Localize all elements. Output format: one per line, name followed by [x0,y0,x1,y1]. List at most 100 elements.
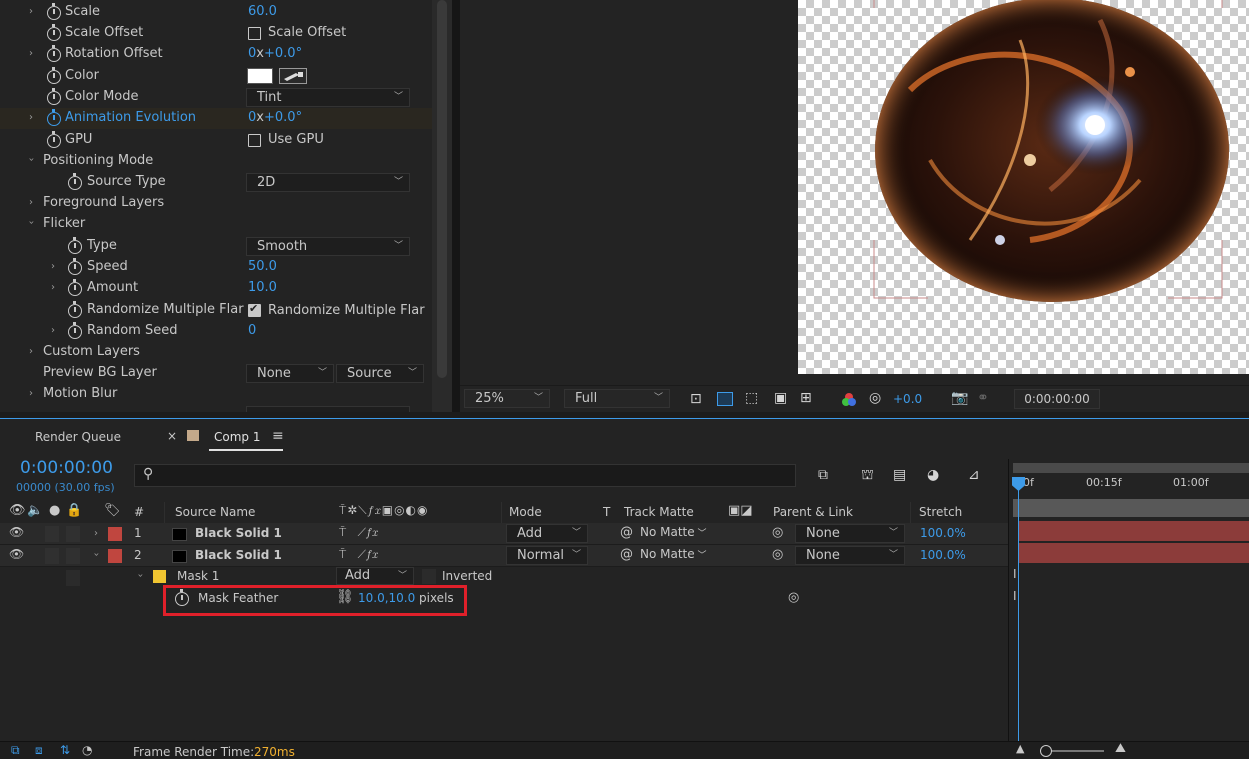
layer-mode-dropdown[interactable]: Normal ﹀ [506,546,588,565]
mask-row[interactable]: › Mask 1 Add ﹀ Inverted [0,567,1008,588]
transfer-controls-toggle-icon[interactable]: ⧈ [35,743,43,758]
lock-icon[interactable]: 🔒 [66,503,82,518]
video-visibility-icon[interactable]: 👁 [9,503,26,518]
motion-blur-icon[interactable]: ◕ [927,467,939,483]
render-time-toggle-icon[interactable]: ◔ [82,743,92,757]
mask-name[interactable]: Mask 1 [177,569,219,583]
exposure-value[interactable]: +0.0 [893,392,922,406]
track-matte-dropdown[interactable]: No Matte ﹀ [640,547,724,561]
effect-controls-scrollbar[interactable] [432,0,452,412]
audio-icon[interactable]: 🔈 [27,503,43,518]
color-mode-dropdown[interactable]: Tint ﹀ [246,88,410,107]
mask-mode-dropdown[interactable]: Add ﹀ [336,567,414,585]
reset-exposure-icon[interactable]: ◎ [869,390,881,406]
column-header-stretch[interactable]: Stretch [919,505,962,519]
flicker-type-dropdown[interactable]: Smooth ﹀ [246,237,410,256]
stopwatch-icon[interactable] [47,88,61,105]
tab-render-queue[interactable]: Render Queue [35,430,121,444]
graph-editor-icon[interactable]: ⊿ [968,467,980,483]
color-swatch[interactable] [247,68,273,84]
expression-pickwhip-icon[interactable]: ◎ [788,590,799,605]
inverted-checkbox[interactable] [422,569,436,584]
preview-bg-source-dropdown[interactable]: Source ﹀ [336,364,424,383]
stretch-value[interactable]: 100.0% [920,548,966,562]
mask-path-visibility-icon[interactable]: ⬚ [745,390,758,406]
layer-mode-dropdown[interactable]: Add ﹀ [506,524,588,543]
stopwatch-icon[interactable] [68,279,82,296]
expand-chevron-icon[interactable]: › [51,325,55,336]
collapse-mask-chevron-icon[interactable]: › [135,574,146,578]
label-tag-icon[interactable]: 🏷 [104,503,121,518]
use-gpu-checkbox[interactable] [248,134,261,147]
property-value-amount[interactable]: 10.0 [248,280,277,295]
time-ruler[interactable]: 0f 00:15f 01:00f [1009,473,1249,495]
eye-icon[interactable]: 👁 [9,525,24,539]
property-value-animation-evolution[interactable]: 0x+0.0° [248,110,302,125]
column-header-parent-link[interactable]: Parent & Link [773,505,853,519]
zoom-dropdown[interactable]: 25% ﹀ [464,389,550,408]
viewer-timecode[interactable]: 0:00:00:00 [1014,389,1100,409]
work-area-bar[interactable] [1013,463,1249,473]
property-value-random-seed[interactable]: 0 [248,323,256,338]
layer-label-color[interactable] [108,527,122,541]
stopwatch-icon[interactable] [47,131,61,148]
collapse-chevron-icon[interactable]: › [26,158,37,162]
preview-bg-layer-dropdown[interactable]: None ﹀ [246,364,334,383]
property-value-scale[interactable]: 60.0 [248,4,277,19]
fast-previews-icon[interactable]: ⊡ [690,391,702,407]
zoom-out-icon[interactable]: ▲ [1016,742,1024,755]
grid-guides-icon[interactable]: ⊞ [800,390,812,406]
mask-color-swatch[interactable] [153,570,166,583]
stopwatch-icon[interactable] [68,237,82,254]
layer-name[interactable]: Black Solid 1 [195,526,282,540]
randomize-checkbox[interactable] [248,302,261,317]
channel-rgb-icon[interactable] [841,392,857,408]
keyframe-marker[interactable]: I [1013,589,1017,603]
column-header-mode[interactable]: Mode [509,505,542,519]
layer-duration-bar[interactable] [1018,543,1249,563]
current-time-display[interactable]: 0:00:00:00 [20,458,113,478]
expand-chevron-icon[interactable]: › [29,388,33,399]
eyedropper-icon[interactable] [279,68,307,84]
close-tab-icon[interactable]: × [167,429,177,443]
parent-dropdown[interactable]: None ﹀ [795,524,905,543]
expand-chevron-icon[interactable]: › [29,6,33,17]
stopwatch-icon[interactable] [68,173,82,190]
track-matte-pickwhip-icon[interactable]: @ [620,547,633,562]
stopwatch-icon[interactable] [47,67,61,84]
property-value-speed[interactable]: 50.0 [248,259,277,274]
mask-feather-row[interactable]: Mask Feather ⛓ 10.0,10.0 pixels ◎ [0,588,1008,609]
collapse-chevron-icon[interactable]: › [26,221,37,225]
layer-row[interactable]: 👁 › 2 Black Solid 1 ⍑ ⟋𝑓𝑥 Normal ﹀ @ No M… [0,545,1008,567]
layer-switches-toggle-icon[interactable]: ⧉ [11,743,20,758]
snapshot-camera-icon[interactable]: 📷 [951,390,968,406]
show-snapshot-icon[interactable]: ⚭ [977,390,989,406]
expand-chevron-icon[interactable]: › [29,197,33,208]
stopwatch-icon[interactable] [68,258,82,275]
timeline-graph-area[interactable]: 0f 00:15f 01:00f I I [1008,459,1249,741]
track-matte-dropdown[interactable]: No Matte ﹀ [640,525,724,539]
zoom-slider-thumb[interactable] [1040,745,1052,757]
expand-layer-chevron-icon[interactable]: › [94,528,98,539]
source-type-dropdown[interactable]: 2D ﹀ [246,173,410,192]
composition-flowchart-icon[interactable]: ⧉ [818,467,828,483]
stopwatch-icon[interactable] [68,301,82,318]
parent-pickwhip-icon[interactable]: ◎ [772,547,783,562]
track-matte-pickwhip-icon[interactable]: @ [620,525,633,540]
expand-chevron-icon[interactable]: › [29,48,33,59]
frame-blending-icon[interactable]: ▤ [893,467,906,483]
parent-pickwhip-icon[interactable]: ◎ [772,525,783,540]
stopwatch-icon[interactable] [68,322,82,339]
layer-switches[interactable]: ⍑ ⟋𝑓𝑥 [339,525,378,540]
layer-search-input[interactable]: ⚲ [134,464,796,487]
layer-name[interactable]: Black Solid 1 [195,548,282,562]
eye-icon[interactable]: 👁 [9,547,24,561]
column-header-source-name[interactable]: Source Name [175,505,255,519]
expand-chevron-icon[interactable]: › [29,346,33,357]
keyframe-marker[interactable]: I [1013,567,1017,581]
tab-comp-1[interactable]: Comp 1 [214,430,260,444]
transparency-grid-icon[interactable] [717,392,733,406]
column-header-track-matte[interactable]: Track Matte [624,505,694,519]
scale-offset-checkbox[interactable] [248,27,261,40]
resolution-dropdown[interactable]: Full ﹀ [564,389,670,408]
